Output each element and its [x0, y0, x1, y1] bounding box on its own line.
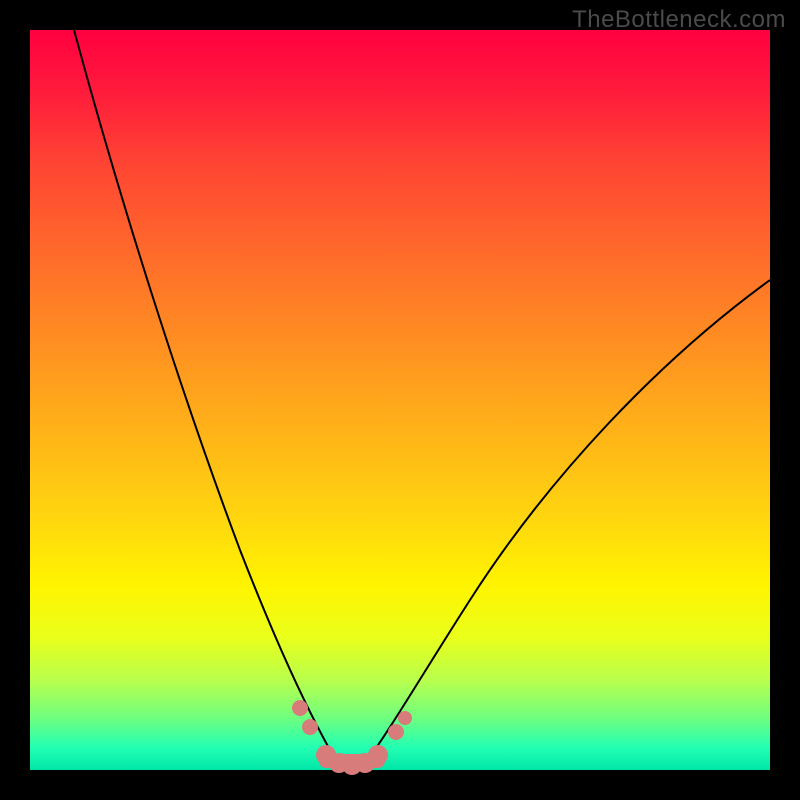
- chart-svg: [30, 30, 770, 770]
- plot-area: [30, 30, 770, 770]
- curve-right-branch: [366, 280, 770, 762]
- marker-dot: [368, 745, 388, 765]
- marker-dot: [398, 711, 412, 725]
- marker-dot: [388, 724, 404, 740]
- chart-frame: TheBottleneck.com: [0, 0, 800, 800]
- curve-left-branch: [74, 30, 338, 762]
- marker-dot: [302, 719, 318, 735]
- marker-dot: [292, 700, 308, 716]
